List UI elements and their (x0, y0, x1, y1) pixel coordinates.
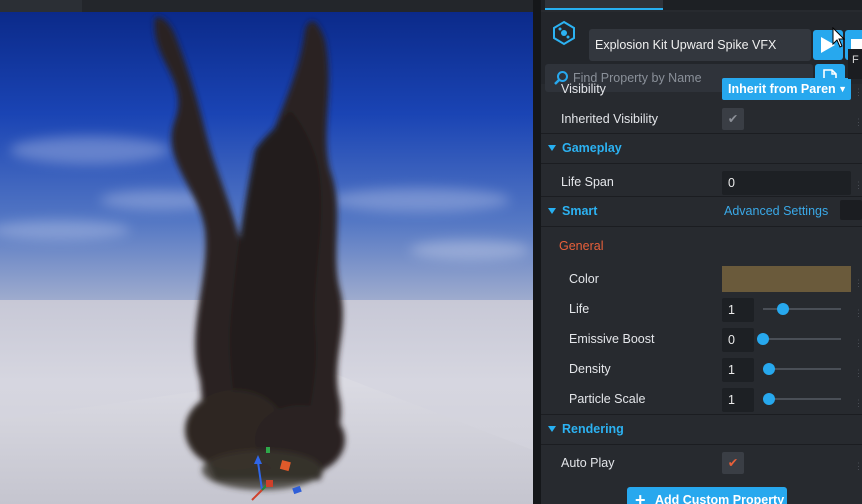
emissive-boost-label: Emissive Boost (569, 332, 655, 346)
reset-marker: ⋮ (854, 308, 862, 318)
collapse-triangle-icon (548, 145, 556, 151)
gameplay-section-title: Gameplay (562, 141, 622, 155)
particle-scale-slider[interactable] (763, 393, 841, 405)
tooltip-fragment: F (848, 49, 862, 79)
density-input[interactable]: 1 (722, 358, 754, 382)
slider-handle[interactable] (763, 393, 776, 405)
color-label: Color (569, 272, 599, 286)
life-input[interactable]: 1 (722, 298, 754, 322)
visibility-value: Inherit from Paren (728, 82, 836, 96)
properties-panel: Explosion Kit Upward Spike VFX Find Prop… (541, 0, 862, 504)
reset-marker: ⋮ (854, 87, 862, 97)
reset-marker: ⋮ (854, 461, 862, 471)
life-span-input[interactable]: 0 (722, 171, 851, 195)
vfx-object-icon (553, 20, 575, 46)
life-slider[interactable] (763, 303, 841, 315)
panel-tab-strip (541, 0, 862, 10)
inherited-visibility-row: Inherited Visibility ✔ (541, 104, 862, 134)
panel-splitter[interactable] (533, 0, 541, 504)
auto-play-checkbox[interactable]: ✔ (722, 452, 744, 474)
properties-tab[interactable] (545, 0, 663, 10)
collapse-triangle-icon (548, 426, 556, 432)
auto-play-row: Auto Play ✔ (541, 448, 862, 478)
slider-handle[interactable] (763, 363, 776, 375)
advanced-settings-link[interactable]: Advanced Settings (724, 204, 828, 218)
add-custom-property-button[interactable]: + Add Custom Property (627, 487, 787, 504)
smoke-vfx-render (0, 16, 533, 504)
reset-marker: ⋮ (854, 180, 862, 190)
auto-play-label: Auto Play (561, 456, 615, 470)
visibility-row: Visibility Inherit from Paren ▼ (541, 74, 862, 104)
life-label: Life (569, 302, 590, 316)
scene-viewport[interactable] (0, 0, 533, 504)
mouse-cursor-icon (832, 27, 846, 48)
life-span-row: Life Span 0 (541, 167, 862, 197)
particle-scale-row: Particle Scale 1 (541, 384, 862, 414)
general-group-title: General (559, 239, 604, 253)
smart-section-title: Smart (562, 204, 598, 218)
divider (541, 226, 862, 227)
collapse-triangle-icon (548, 208, 556, 214)
particle-scale-input[interactable]: 1 (722, 388, 754, 412)
inherited-visibility-checkbox[interactable]: ✔ (722, 108, 744, 130)
reset-marker: ⋮ (854, 117, 862, 127)
divider (541, 444, 862, 445)
advanced-settings-toggle[interactable] (840, 200, 862, 220)
reset-marker: ⋮ (854, 278, 862, 288)
divider (541, 163, 862, 164)
inherited-visibility-label: Inherited Visibility (561, 112, 659, 126)
emissive-boost-row: Emissive Boost 0 (541, 324, 862, 354)
slider-handle[interactable] (757, 333, 769, 345)
slider-handle[interactable] (776, 303, 789, 315)
emissive-boost-input[interactable]: 0 (722, 328, 754, 352)
density-row: Density 1 (541, 354, 862, 384)
emissive-boost-slider[interactable] (757, 333, 841, 345)
rendering-section-header[interactable]: Rendering (541, 415, 862, 443)
density-label: Density (569, 362, 611, 376)
visibility-label: Visibility (561, 82, 606, 96)
particle-scale-label: Particle Scale (569, 392, 646, 406)
chevron-down-icon: ▼ (838, 84, 847, 94)
color-row: Color (541, 264, 862, 294)
reset-marker: ⋮ (854, 368, 862, 378)
object-name-field[interactable]: Explosion Kit Upward Spike VFX (589, 29, 811, 61)
color-swatch[interactable] (722, 266, 851, 292)
visibility-dropdown[interactable]: Inherit from Paren ▼ (722, 78, 851, 100)
plus-icon: + (635, 490, 646, 504)
add-custom-property-label: Add Custom Property (655, 493, 785, 504)
gameplay-section-header[interactable]: Gameplay (541, 134, 862, 162)
rendering-section-title: Rendering (562, 422, 624, 436)
reset-marker: ⋮ (854, 338, 862, 348)
reset-marker: ⋮ (854, 398, 862, 408)
density-slider[interactable] (763, 363, 841, 375)
smart-section-header[interactable]: Smart Advanced Settings (541, 197, 862, 225)
life-span-label: Life Span (561, 175, 614, 189)
general-group-row: General (541, 231, 862, 261)
life-row: Life 1 (541, 294, 862, 324)
